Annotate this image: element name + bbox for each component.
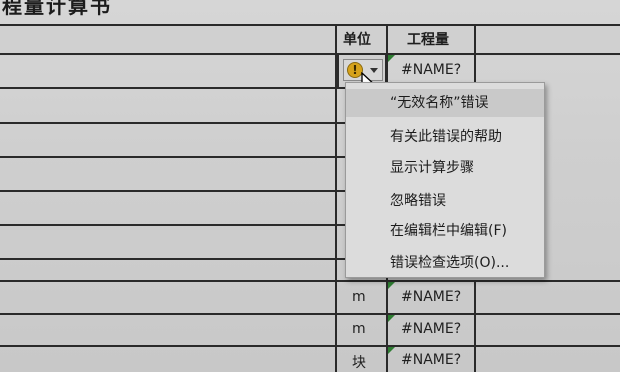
menu-item-help-on-error[interactable]: 有关此错误的帮助 [346, 123, 544, 151]
table-cell-unit[interactable]: 块 [352, 352, 366, 372]
menu-item-ignore-error[interactable]: 忽略错误 [346, 187, 544, 215]
table-cell-quantity[interactable]: #NAME? [401, 289, 461, 305]
error-indicator [388, 315, 395, 322]
table-cell-unit[interactable]: m [352, 289, 366, 305]
menu-item-show-calculation-steps[interactable]: 显示计算步骤 [346, 154, 544, 182]
table-cell-quantity[interactable]: #NAME? [401, 321, 461, 337]
menu-item-error-checking-options[interactable]: 错误检查选项(O)... [346, 249, 544, 277]
error-indicator [388, 55, 395, 62]
error-context-menu: “无效名称”错误 有关此错误的帮助 显示计算步骤 忽略错误 在编辑栏中编辑(F)… [345, 82, 545, 278]
table-cell-unit[interactable]: m [352, 321, 366, 337]
error-indicator [388, 282, 395, 289]
error-indicator [388, 347, 395, 354]
header-unit: 单位 [343, 32, 371, 48]
menu-item-invalid-name-error[interactable]: “无效名称”错误 [346, 89, 544, 117]
menu-item-edit-in-formula-bar[interactable]: 在编辑栏中编辑(F) [346, 217, 544, 245]
spreadsheet-screen: 程量计算书 单位 工程量 #NAME? ! m #NAME? m #NAME? [0, 0, 620, 372]
header-quantity: 工程量 [407, 32, 449, 48]
table-cell-quantity[interactable]: #NAME? [401, 62, 461, 78]
table-cell-quantity[interactable]: #NAME? [401, 352, 461, 368]
